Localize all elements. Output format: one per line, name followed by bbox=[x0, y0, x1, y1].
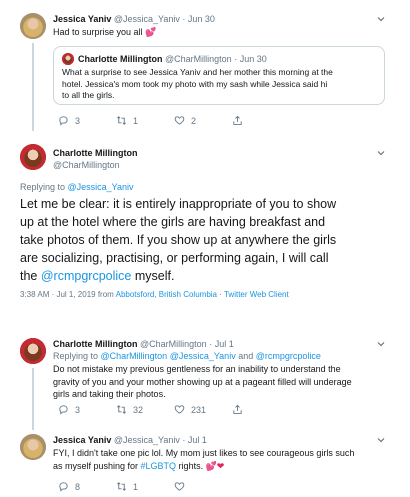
chevron-down-icon[interactable] bbox=[376, 435, 386, 445]
tweet-actions: 3 32 231 bbox=[58, 404, 243, 415]
retweet-count: 1 bbox=[133, 481, 139, 492]
mention-link[interactable]: @rcmpgrcpolice bbox=[41, 269, 132, 283]
avatar-charlotte-small bbox=[62, 53, 74, 65]
reply-count: 3 bbox=[75, 115, 81, 126]
tweet-text: Do not mistake my previous gentleness fo… bbox=[53, 364, 352, 399]
main-author-name: Charlotte Millington bbox=[53, 148, 138, 158]
tweet-date[interactable]: · Jul 1 bbox=[182, 435, 207, 445]
author-name[interactable]: Jessica Yaniv bbox=[53, 14, 111, 24]
thread-line bbox=[32, 368, 34, 430]
reply-count: 3 bbox=[75, 404, 81, 415]
tweet-actions: 8 1 bbox=[58, 481, 232, 492]
like-count: 231 bbox=[191, 404, 207, 415]
avatar-charlotte[interactable] bbox=[20, 338, 46, 364]
retweet-icon bbox=[117, 482, 126, 491]
tweet-header: Charlotte Millington @CharMillington · J… bbox=[53, 338, 234, 350]
quoted-tweet[interactable]: Charlotte Millington @CharMillington · J… bbox=[53, 46, 385, 105]
quote-text: What a surprise to see Jessica Yaniv and… bbox=[62, 67, 333, 100]
replying-to: Replying to @CharMillington @Jessica_Yan… bbox=[53, 351, 321, 361]
like-button[interactable] bbox=[174, 481, 232, 492]
heart-icon bbox=[174, 482, 185, 491]
heart-emoji: 💕 bbox=[145, 27, 157, 37]
reply-button[interactable]: 8 bbox=[58, 481, 116, 492]
quote-author-handle: @CharMillington bbox=[165, 54, 232, 64]
hashtag-link[interactable]: #LGBTQ bbox=[141, 461, 177, 471]
author-handle[interactable]: @Jessica_Yaniv bbox=[114, 435, 180, 445]
chevron-down-icon[interactable] bbox=[376, 148, 386, 158]
retweet-button[interactable]: 1 bbox=[116, 481, 174, 492]
main-tweet-text: Let me be clear: it is entirely inapprop… bbox=[20, 197, 337, 283]
quote-author-name: Charlotte Millington bbox=[78, 54, 163, 64]
reply-button[interactable]: 3 bbox=[58, 404, 116, 415]
retweet-icon bbox=[117, 116, 126, 125]
retweet-button[interactable]: 32 bbox=[116, 404, 174, 415]
thread-line bbox=[32, 43, 34, 131]
share-button[interactable] bbox=[232, 115, 243, 126]
share-icon bbox=[233, 404, 242, 414]
retweet-count: 32 bbox=[133, 404, 144, 415]
quote-header: Charlotte Millington @CharMillington · J… bbox=[78, 53, 267, 65]
chevron-down-icon[interactable] bbox=[376, 14, 386, 24]
client-link[interactable]: Twitter Web Client bbox=[224, 290, 289, 299]
heart-icon bbox=[174, 405, 185, 414]
reply-button[interactable]: 3 bbox=[58, 115, 116, 126]
tweet-metadata: 3:38 AM · Jul 1, 2019 from Abbotsford, B… bbox=[20, 290, 289, 299]
location-link[interactable]: Abbotsford, British Columbia bbox=[116, 290, 217, 299]
heart-emoji: 💕❤ bbox=[205, 460, 225, 471]
tweet-actions: 3 1 2 bbox=[58, 115, 243, 126]
retweet-button[interactable]: 1 bbox=[116, 115, 174, 126]
like-button[interactable]: 2 bbox=[174, 115, 232, 126]
reply-icon bbox=[59, 116, 68, 126]
retweet-icon bbox=[117, 405, 126, 414]
tweet-date[interactable]: · Jul 1 bbox=[209, 339, 234, 349]
tweet-text: FYI, I didn't take one pic lol. My mom j… bbox=[53, 448, 355, 471]
reply-icon bbox=[59, 405, 68, 415]
heart-icon bbox=[174, 116, 185, 125]
author-name[interactable]: Jessica Yaniv bbox=[53, 435, 111, 445]
share-button[interactable] bbox=[232, 404, 243, 415]
share-icon bbox=[233, 115, 242, 125]
reply-count: 8 bbox=[75, 481, 81, 492]
replying-to-link[interactable]: @rcmpgrcpolice bbox=[256, 351, 321, 361]
like-count: 2 bbox=[191, 115, 197, 126]
avatar-jessica[interactable] bbox=[20, 13, 46, 39]
chevron-down-icon[interactable] bbox=[376, 339, 386, 349]
tweet-date[interactable]: · Jun 30 bbox=[182, 14, 215, 24]
replying-to-link[interactable]: @CharMillington @Jessica_Yaniv bbox=[101, 351, 236, 361]
replying-to: Replying to @Jessica_Yaniv bbox=[20, 182, 134, 192]
quote-date: · Jun 30 bbox=[234, 54, 267, 64]
replying-to-link[interactable]: @Jessica_Yaniv bbox=[68, 182, 134, 192]
reply-icon bbox=[59, 482, 68, 492]
author-name[interactable]: Charlotte Millington bbox=[53, 339, 138, 349]
tweet-header: Jessica Yaniv @Jessica_Yaniv · Jun 30 bbox=[53, 13, 215, 25]
avatar-jessica[interactable] bbox=[20, 434, 46, 460]
like-button[interactable]: 231 bbox=[174, 404, 232, 415]
tweet-text: Had to surprise you all 💕 bbox=[53, 27, 157, 37]
main-author-handle: @CharMillington bbox=[53, 160, 120, 170]
retweet-count: 1 bbox=[133, 115, 139, 126]
author-handle[interactable]: @Jessica_Yaniv bbox=[114, 14, 180, 24]
author-handle[interactable]: @CharMillington bbox=[140, 339, 207, 349]
avatar-charlotte[interactable] bbox=[20, 144, 46, 170]
tweet-header: Jessica Yaniv @Jessica_Yaniv · Jul 1 bbox=[53, 434, 207, 446]
